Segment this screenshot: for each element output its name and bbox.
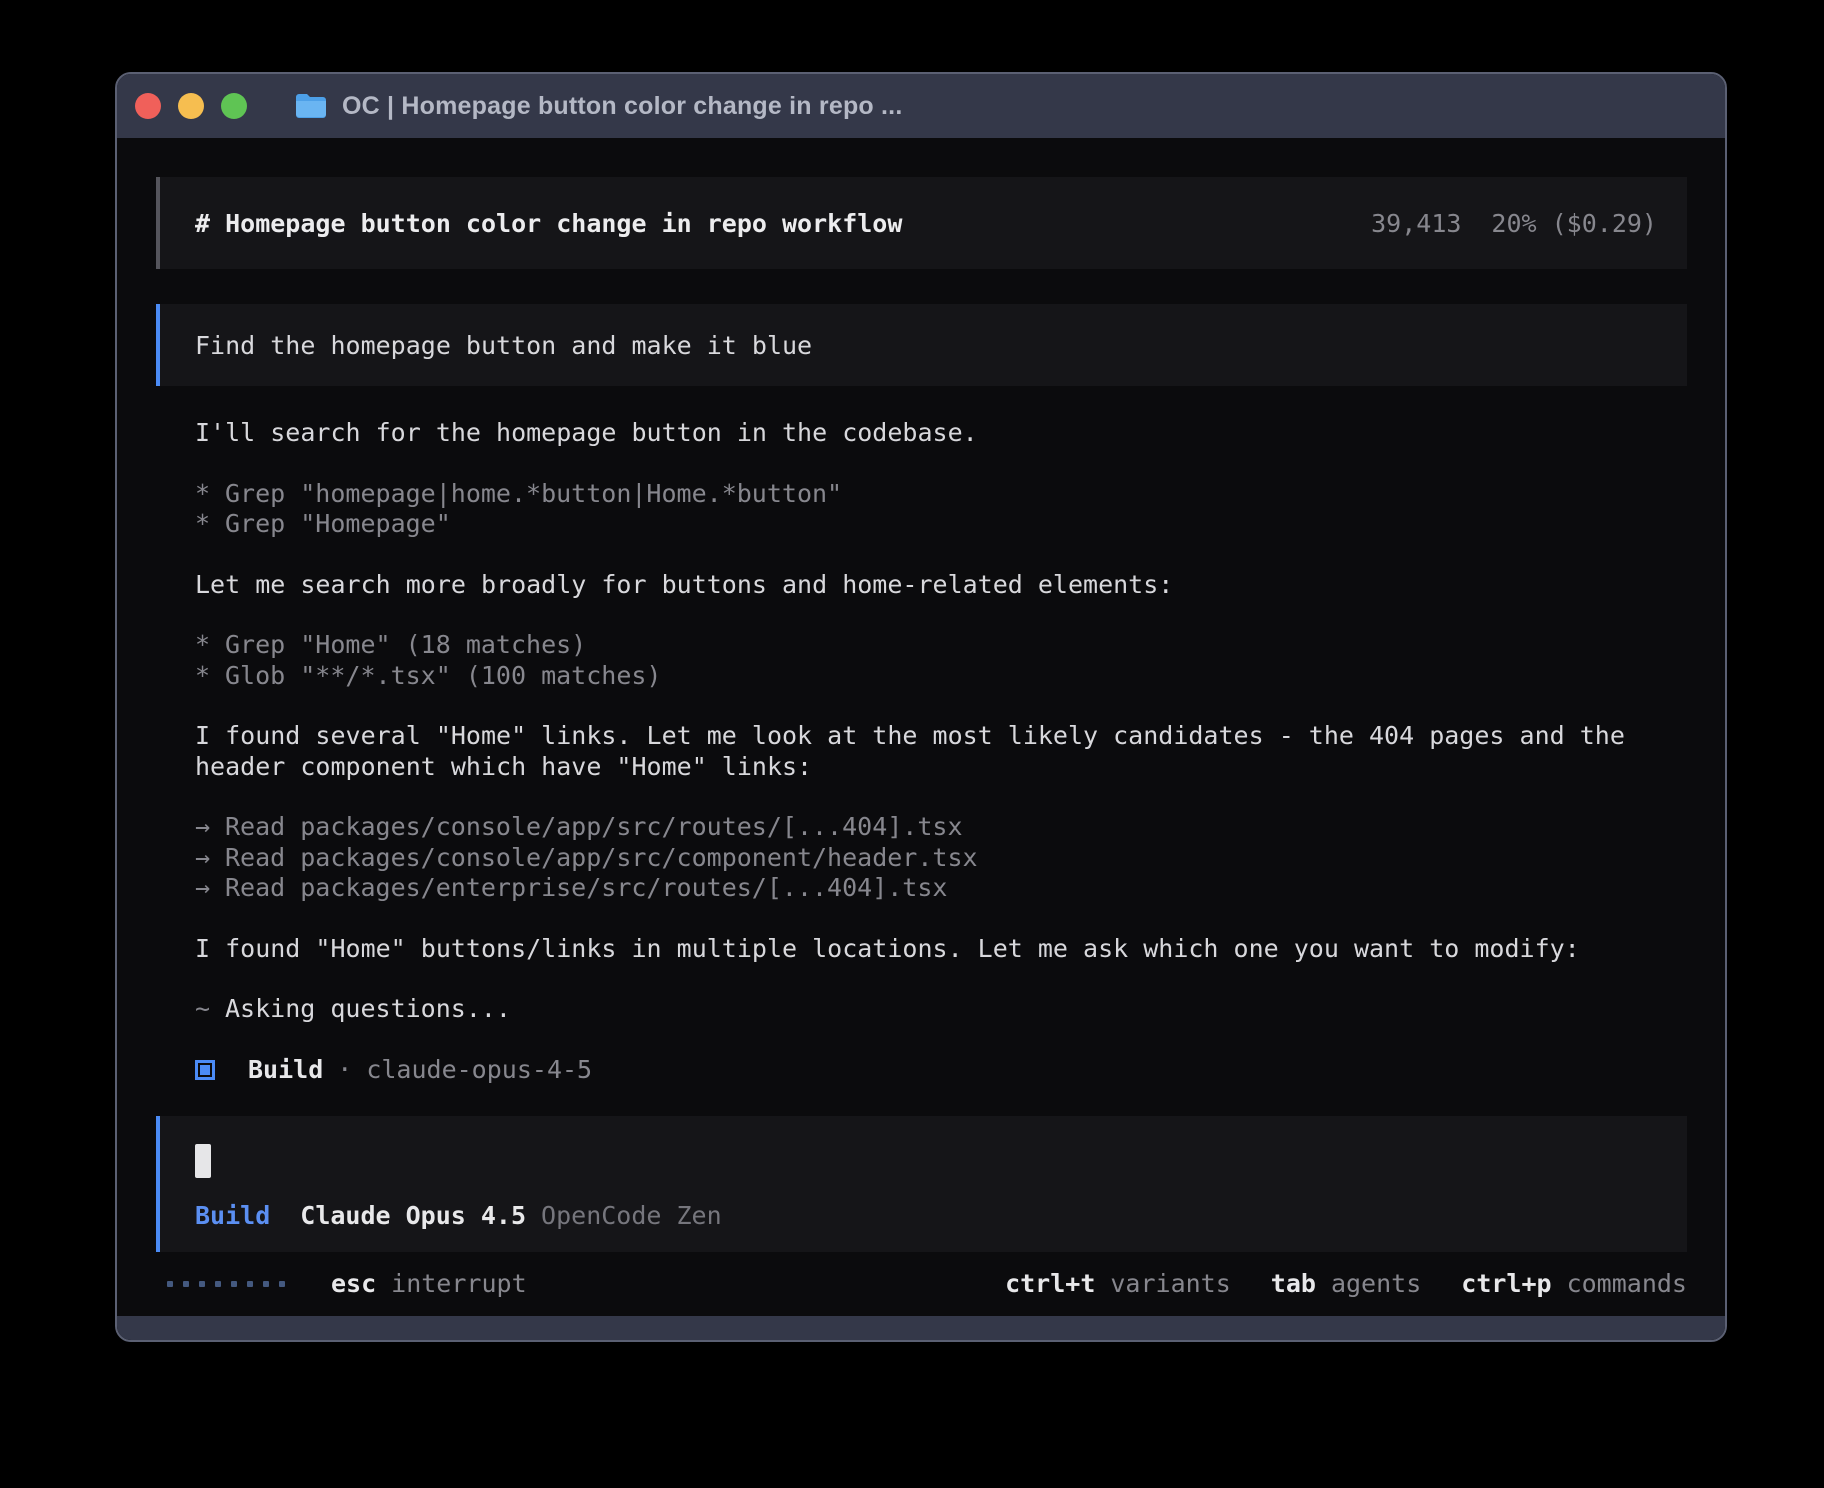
working-status: ~Asking questions... — [195, 994, 1691, 1025]
tool-call-line: →Read packages/console/app/src/component… — [195, 843, 1691, 874]
asterisk-icon: * — [195, 661, 225, 692]
minimize-button[interactable] — [178, 93, 204, 119]
agent-model: claude-opus-4-5 — [366, 1055, 592, 1084]
user-message: Find the homepage button and make it blu… — [156, 304, 1687, 386]
token-count: 39,413 — [1371, 209, 1461, 238]
tool-call-line: →Read packages/enterprise/src/routes/[..… — [195, 873, 1691, 904]
tool-call-line: *Grep "Homepage" — [195, 509, 1691, 540]
terminal-window: OC | Homepage button color change in rep… — [115, 72, 1727, 1342]
ctrl-p-key: ctrl+p — [1461, 1269, 1551, 1298]
tool-call-line: *Grep "Home" (18 matches) — [195, 630, 1691, 661]
variants-hint: ctrl+t variants — [1005, 1269, 1231, 1298]
assistant-paragraph: I'll search for the homepage button in t… — [195, 418, 1691, 449]
tool-call-line: →Read packages/console/app/src/routes/[.… — [195, 812, 1691, 843]
agents-label: agents — [1331, 1269, 1421, 1298]
esc-key: esc — [331, 1269, 376, 1298]
footer-left: esc interrupt — [167, 1269, 527, 1298]
assistant-paragraph: I found "Home" buttons/links in multiple… — [195, 934, 1691, 965]
tool-call-line: *Glob "**/*.tsx" (100 matches) — [195, 661, 1691, 692]
folder-icon — [294, 92, 328, 120]
tool-call-text: Grep "Homepage" — [225, 509, 451, 538]
tool-call-text: Grep "homepage|home.*button|Home.*button… — [225, 479, 842, 508]
text-cursor — [195, 1144, 211, 1178]
conversation: I'll search for the homepage button in t… — [156, 418, 1691, 1085]
tool-call-text: Read packages/enterprise/src/routes/[...… — [225, 873, 947, 902]
dot-separator: · — [337, 1055, 352, 1084]
interrupt-dot — [263, 1281, 269, 1287]
terminal-content: # Homepage button color change in repo w… — [117, 138, 1725, 1316]
commands-hint: ctrl+p commands — [1461, 1269, 1687, 1298]
session-header: # Homepage button color change in repo w… — [156, 177, 1687, 269]
user-message-text: Find the homepage button and make it blu… — [195, 331, 812, 360]
assistant-paragraph: I found several "Home" links. Let me loo… — [195, 721, 1691, 782]
footer-right: ctrl+t variants tab agents ctrl+p comman… — [965, 1269, 1687, 1298]
agents-hint: tab agents — [1271, 1269, 1421, 1298]
interrupt-dots — [167, 1281, 295, 1287]
interrupt-dot — [167, 1281, 173, 1287]
working-status-text: Asking questions... — [225, 994, 511, 1023]
tool-call-group: →Read packages/console/app/src/routes/[.… — [195, 812, 1691, 904]
interrupt-dot — [231, 1281, 237, 1287]
interrupt-label: interrupt — [391, 1269, 526, 1298]
asterisk-icon: * — [195, 509, 225, 540]
model-status-line: Build Claude Opus 4.5 OpenCode Zen — [195, 1201, 1687, 1230]
traffic-lights — [135, 93, 264, 119]
assistant-paragraph: Let me search more broadly for buttons a… — [195, 570, 1691, 601]
agent-name: Build — [248, 1055, 323, 1084]
model-provider: OpenCode Zen — [541, 1201, 722, 1230]
asterisk-icon: * — [195, 630, 225, 661]
tool-call-text: Read packages/console/app/src/routes/[..… — [225, 812, 963, 841]
interrupt-dot — [183, 1281, 189, 1287]
variants-label: variants — [1110, 1269, 1230, 1298]
tool-call-line: *Grep "homepage|home.*button|Home.*butto… — [195, 479, 1691, 510]
asterisk-icon: * — [195, 479, 225, 510]
build-agent-icon — [195, 1060, 215, 1080]
interrupt-dot — [199, 1281, 205, 1287]
active-model: Claude Opus 4.5 — [300, 1201, 526, 1230]
zoom-button[interactable] — [221, 93, 247, 119]
arrow-right-icon: → — [195, 873, 225, 904]
agent-badge: Build · claude-opus-4-5 — [195, 1055, 1691, 1085]
interrupt-dot — [247, 1281, 253, 1287]
ctrl-t-key: ctrl+t — [1005, 1269, 1095, 1298]
tool-call-group: *Grep "Home" (18 matches) *Glob "**/*.ts… — [195, 630, 1691, 691]
tool-call-text: Glob "**/*.tsx" (100 matches) — [225, 661, 662, 690]
tool-call-text: Read packages/console/app/src/component/… — [225, 843, 978, 872]
prompt-input[interactable]: Build Claude Opus 4.5 OpenCode Zen — [156, 1116, 1687, 1252]
arrow-right-icon: → — [195, 843, 225, 874]
window-title: OC | Homepage button color change in rep… — [342, 92, 902, 121]
title-bar[interactable]: OC | Homepage button color change in rep… — [117, 74, 1725, 138]
arrow-right-icon: → — [195, 812, 225, 843]
context-cost: 20% ($0.29) — [1491, 209, 1657, 238]
interrupt-dot — [215, 1281, 221, 1287]
session-title: # Homepage button color change in repo w… — [195, 209, 902, 238]
window-bottom-chrome — [117, 1316, 1725, 1342]
close-button[interactable] — [135, 93, 161, 119]
commands-label: commands — [1567, 1269, 1687, 1298]
active-agent[interactable]: Build — [195, 1201, 270, 1230]
status-footer: esc interrupt ctrl+t variants tab agents… — [156, 1268, 1687, 1300]
tool-call-group: *Grep "homepage|home.*button|Home.*butto… — [195, 479, 1691, 540]
interrupt-dot — [279, 1281, 285, 1287]
tab-key: tab — [1271, 1269, 1316, 1298]
tilde-icon: ~ — [195, 994, 225, 1025]
tool-call-text: Grep "Home" (18 matches) — [225, 630, 586, 659]
session-stats: 39,413 20% ($0.29) — [1371, 209, 1657, 238]
interrupt-hint: esc interrupt — [331, 1269, 527, 1298]
